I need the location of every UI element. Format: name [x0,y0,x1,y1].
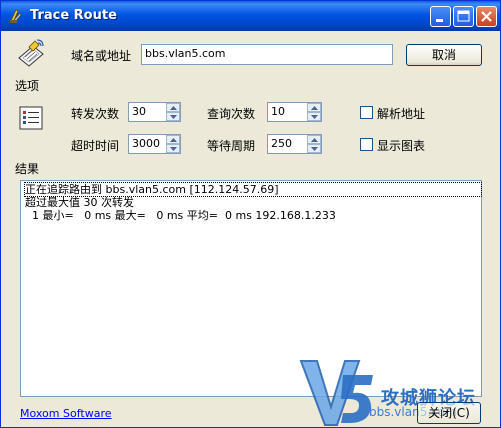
spin-up-button[interactable] [307,135,321,144]
timeout-spinner[interactable]: 3000 [128,134,181,154]
spin-up-button[interactable] [166,103,180,112]
host-input[interactable]: bbs.vlan5.com [141,44,393,65]
minimize-icon [436,19,443,22]
spin-down-button[interactable] [166,112,180,121]
minimize-button[interactable] [430,6,451,27]
queries-spinner[interactable]: 10 [267,102,322,122]
arrow-up-icon [170,138,177,142]
title-bar[interactable]: Trace Route [1,1,500,31]
spin-up-button[interactable] [307,103,321,112]
arrow-down-icon [170,115,177,119]
arrow-up-icon [311,138,318,142]
queries-value[interactable]: 10 [271,103,285,121]
list-item[interactable]: 正在追踪路由到 bbs.vlan5.com [112.124.57.69] [24,182,482,197]
list-item[interactable]: 超过最大值 30 次转发 [25,196,481,209]
moxom-software-link[interactable]: Moxom Software [20,407,112,420]
hops-label: 转发次数 [71,107,120,121]
wait-spinner[interactable]: 250 [267,134,322,154]
resolve-label[interactable]: 解析地址 [377,105,425,122]
maximize-icon [457,10,470,22]
host-label: 域名或地址 [71,49,132,63]
spin-up-button[interactable] [166,135,180,144]
window-title: Trace Route [30,8,117,23]
arrow-down-icon [170,147,177,151]
maximize-button[interactable] [453,6,474,27]
wait-value[interactable]: 250 [271,135,292,153]
options-group-label: 选项 [15,79,40,93]
arrow-up-icon [311,106,318,110]
hops-spinner[interactable]: 30 [128,102,181,122]
graph-label[interactable]: 显示图表 [377,137,425,154]
graph-checkbox[interactable] [360,138,373,151]
close-window-button[interactable] [476,6,497,27]
close-button[interactable]: 关闭(C) [417,402,481,424]
arrow-down-icon [311,147,318,151]
close-icon [481,11,492,22]
spin-down-button[interactable] [307,144,321,153]
timeout-label: 超时时间 [71,139,120,153]
cancel-button[interactable]: 取消 [406,44,482,66]
timeout-value[interactable]: 3000 [132,135,160,153]
watermark-logo [297,353,377,427]
arrow-up-icon [170,106,177,110]
results-group-label: 结果 [15,162,40,176]
spin-down-button[interactable] [166,144,180,153]
trace-route-window: Trace Route 域名或地址 bbs.vlan5.com 取消 选项 转发… [0,0,501,428]
arrow-down-icon [311,115,318,119]
results-list[interactable]: 正在追踪路由到 bbs.vlan5.com [112.124.57.69] 超过… [20,180,482,397]
spin-down-button[interactable] [307,112,321,121]
settings-list-icon [18,105,44,131]
hops-value[interactable]: 30 [132,103,146,121]
list-item[interactable]: 1 最小= 0 ms 最大= 0 ms 平均= 0 ms 192.168.1.2… [25,209,481,222]
resolve-checkbox[interactable] [360,106,373,119]
queries-label: 查询次数 [207,107,256,121]
wait-label: 等待周期 [207,139,256,153]
network-icon [15,38,47,70]
app-icon [8,8,24,24]
